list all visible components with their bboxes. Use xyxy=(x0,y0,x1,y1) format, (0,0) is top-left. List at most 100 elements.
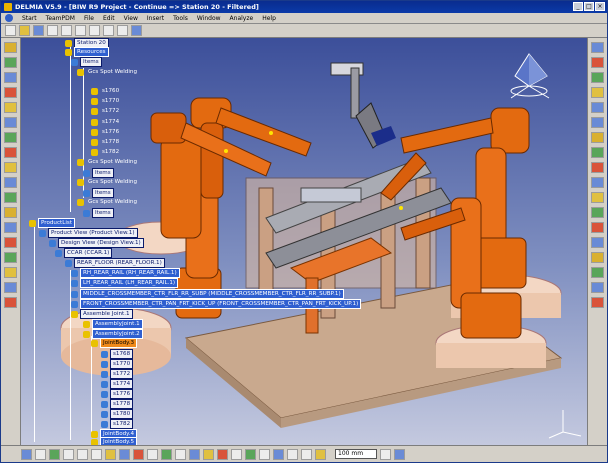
capture-icon[interactable] xyxy=(591,297,604,308)
app-menu-icon[interactable] xyxy=(5,14,13,22)
tree-node-joint-s1776[interactable]: s1776 xyxy=(101,389,134,399)
menu-help[interactable]: Help xyxy=(262,15,276,22)
normal-view-icon[interactable] xyxy=(591,132,604,143)
measure-between-icon[interactable] xyxy=(591,222,604,233)
tree-node-items[interactable]: Items xyxy=(83,188,114,198)
tree-node-assembly-joint-1[interactable]: AssemblyJoint.1 xyxy=(83,319,143,329)
tree-node-weld-s1770[interactable]: s1770 xyxy=(91,97,121,105)
rotate-icon[interactable] xyxy=(63,448,74,460)
tree-node-joint-s1774[interactable]: s1774 xyxy=(101,379,134,389)
tree-node-rh-rear-rail[interactable]: RH_REAR_RAIL (RH_REAR_RAIL.1) xyxy=(71,268,180,278)
shading-icon[interactable] xyxy=(133,448,144,460)
path-icon[interactable] xyxy=(4,162,17,173)
measure-icon[interactable] xyxy=(4,267,17,278)
reset-icon[interactable] xyxy=(315,448,326,460)
new-file-icon[interactable] xyxy=(5,25,16,36)
camera-icon[interactable] xyxy=(591,282,604,293)
menu-tools[interactable]: Tools xyxy=(173,15,188,22)
resource-icon[interactable] xyxy=(4,132,17,143)
measure-icon[interactable] xyxy=(175,448,186,460)
apply-material-icon[interactable] xyxy=(591,237,604,248)
tree-node-joint-s1778[interactable]: s1778 xyxy=(101,399,134,409)
tree-node-weld-s1782[interactable]: s1782 xyxy=(91,148,121,156)
sequence-icon[interactable] xyxy=(4,222,17,233)
pan-icon[interactable] xyxy=(591,72,604,83)
help-icon[interactable] xyxy=(394,448,405,460)
tree-node-spot-welding[interactable]: Gcs Spot Welding xyxy=(77,68,139,76)
catalog-icon[interactable] xyxy=(4,252,17,263)
close-button[interactable]: × xyxy=(595,2,605,11)
menu-edit[interactable]: Edit xyxy=(103,15,115,22)
tree-node-spot-welding[interactable]: Gcs Spot Welding xyxy=(77,158,139,166)
cut-icon[interactable] xyxy=(61,25,72,36)
robot-task-icon[interactable] xyxy=(4,57,17,68)
print-icon[interactable] xyxy=(47,25,58,36)
teach-icon[interactable] xyxy=(4,72,17,83)
hide-show-icon[interactable] xyxy=(591,192,604,203)
hide-show-icon[interactable] xyxy=(147,448,158,460)
select-icon[interactable] xyxy=(21,448,32,460)
menu-insert[interactable]: Insert xyxy=(147,15,164,22)
tree-node-front-crossmember[interactable]: FRONT_CROSSMEMBER_CTR_PAN_FRT_KICK_UP (F… xyxy=(71,299,362,309)
tree-node-productlist[interactable]: ProductList xyxy=(29,218,76,228)
title-bar[interactable]: DELMIA V5.9 - [BIW R9 Project - Continue… xyxy=(1,1,607,13)
tree-node-ccar[interactable]: CCAR (CCAR.1) xyxy=(55,248,113,258)
tree-node-product-view[interactable]: Product View (Product View.1) xyxy=(39,228,138,238)
compass-icon[interactable] xyxy=(499,46,559,104)
simulation-player-icon[interactable] xyxy=(591,267,604,278)
stop-icon[interactable] xyxy=(301,448,312,460)
tree-node-weld-s1776[interactable]: s1776 xyxy=(91,128,121,136)
compass-icon[interactable] xyxy=(231,448,242,460)
tree-node-rear-floor[interactable]: REAR_FLOOR (REAR_FLOOR.1) xyxy=(65,258,165,268)
export-icon[interactable] xyxy=(4,297,17,308)
tree-node-lh-rear-rail[interactable]: LH_REAR_RAIL (LH_REAR_RAIL.1) xyxy=(71,278,179,288)
simulation-icon[interactable] xyxy=(4,42,17,53)
zoom-in-icon[interactable] xyxy=(77,448,88,460)
open-folder-icon[interactable] xyxy=(19,25,30,36)
multi-view-icon[interactable] xyxy=(591,147,604,158)
shading-icon[interactable] xyxy=(591,177,604,188)
minimize-button[interactable]: _ xyxy=(573,2,583,11)
tag-icon[interactable] xyxy=(4,102,17,113)
jog-icon[interactable] xyxy=(4,87,17,98)
pan-icon[interactable] xyxy=(49,448,60,460)
tree-node-items[interactable]: Items xyxy=(83,168,114,178)
gun-icon[interactable] xyxy=(4,192,17,203)
tree-node-weld-s1778[interactable]: s1778 xyxy=(91,138,121,146)
menu-start[interactable]: Start xyxy=(22,15,37,22)
tree-node-assemble-joint[interactable]: Assemble Joint.1 xyxy=(71,309,133,319)
tree-node-joint-body-3[interactable]: JointBody.3 xyxy=(91,338,138,348)
tree-node-joint-s1772[interactable]: s1772 xyxy=(101,369,134,379)
save-icon[interactable] xyxy=(33,25,44,36)
material-icon[interactable] xyxy=(189,448,200,460)
settings-icon[interactable] xyxy=(380,448,391,460)
process-icon[interactable] xyxy=(4,117,17,128)
fit-all-icon[interactable] xyxy=(591,57,604,68)
redo-icon[interactable] xyxy=(117,25,128,36)
tree-node-joint-s1782[interactable]: s1782 xyxy=(101,419,134,429)
tree-node-design-view[interactable]: Design View (Design View.1) xyxy=(49,238,144,248)
simulation-icon[interactable] xyxy=(245,448,256,460)
tree-node-joint-s1768[interactable]: s1768 xyxy=(101,349,134,359)
tree-node-items[interactable]: Items xyxy=(83,208,114,218)
tree-node-resources[interactable]: Resources xyxy=(65,47,109,57)
tree-node-joint-s1770[interactable]: s1770 xyxy=(101,359,134,369)
rotate-icon[interactable] xyxy=(591,87,604,98)
zoom-out-icon[interactable] xyxy=(591,117,604,128)
copy-icon[interactable] xyxy=(75,25,86,36)
tree-node-items[interactable]: Items xyxy=(71,57,102,67)
menu-view[interactable]: View xyxy=(124,15,138,22)
tree-node-weld-s1760[interactable]: s1760 xyxy=(91,87,121,95)
zoom-out-icon[interactable] xyxy=(91,448,102,460)
menu-window[interactable]: Window xyxy=(197,15,221,22)
swap-space-icon[interactable] xyxy=(591,207,604,218)
render-icon[interactable] xyxy=(591,252,604,263)
spot-weld-icon[interactable] xyxy=(4,177,17,188)
record-icon[interactable] xyxy=(259,448,270,460)
tree-node-spot-welding[interactable]: Gcs Spot Welding xyxy=(77,198,139,206)
step-size-select[interactable]: 100 mm xyxy=(335,449,377,459)
reach-icon[interactable] xyxy=(4,207,17,218)
fit-icon[interactable] xyxy=(35,448,46,460)
clash-icon[interactable] xyxy=(4,147,17,158)
undo-icon[interactable] xyxy=(103,25,114,36)
